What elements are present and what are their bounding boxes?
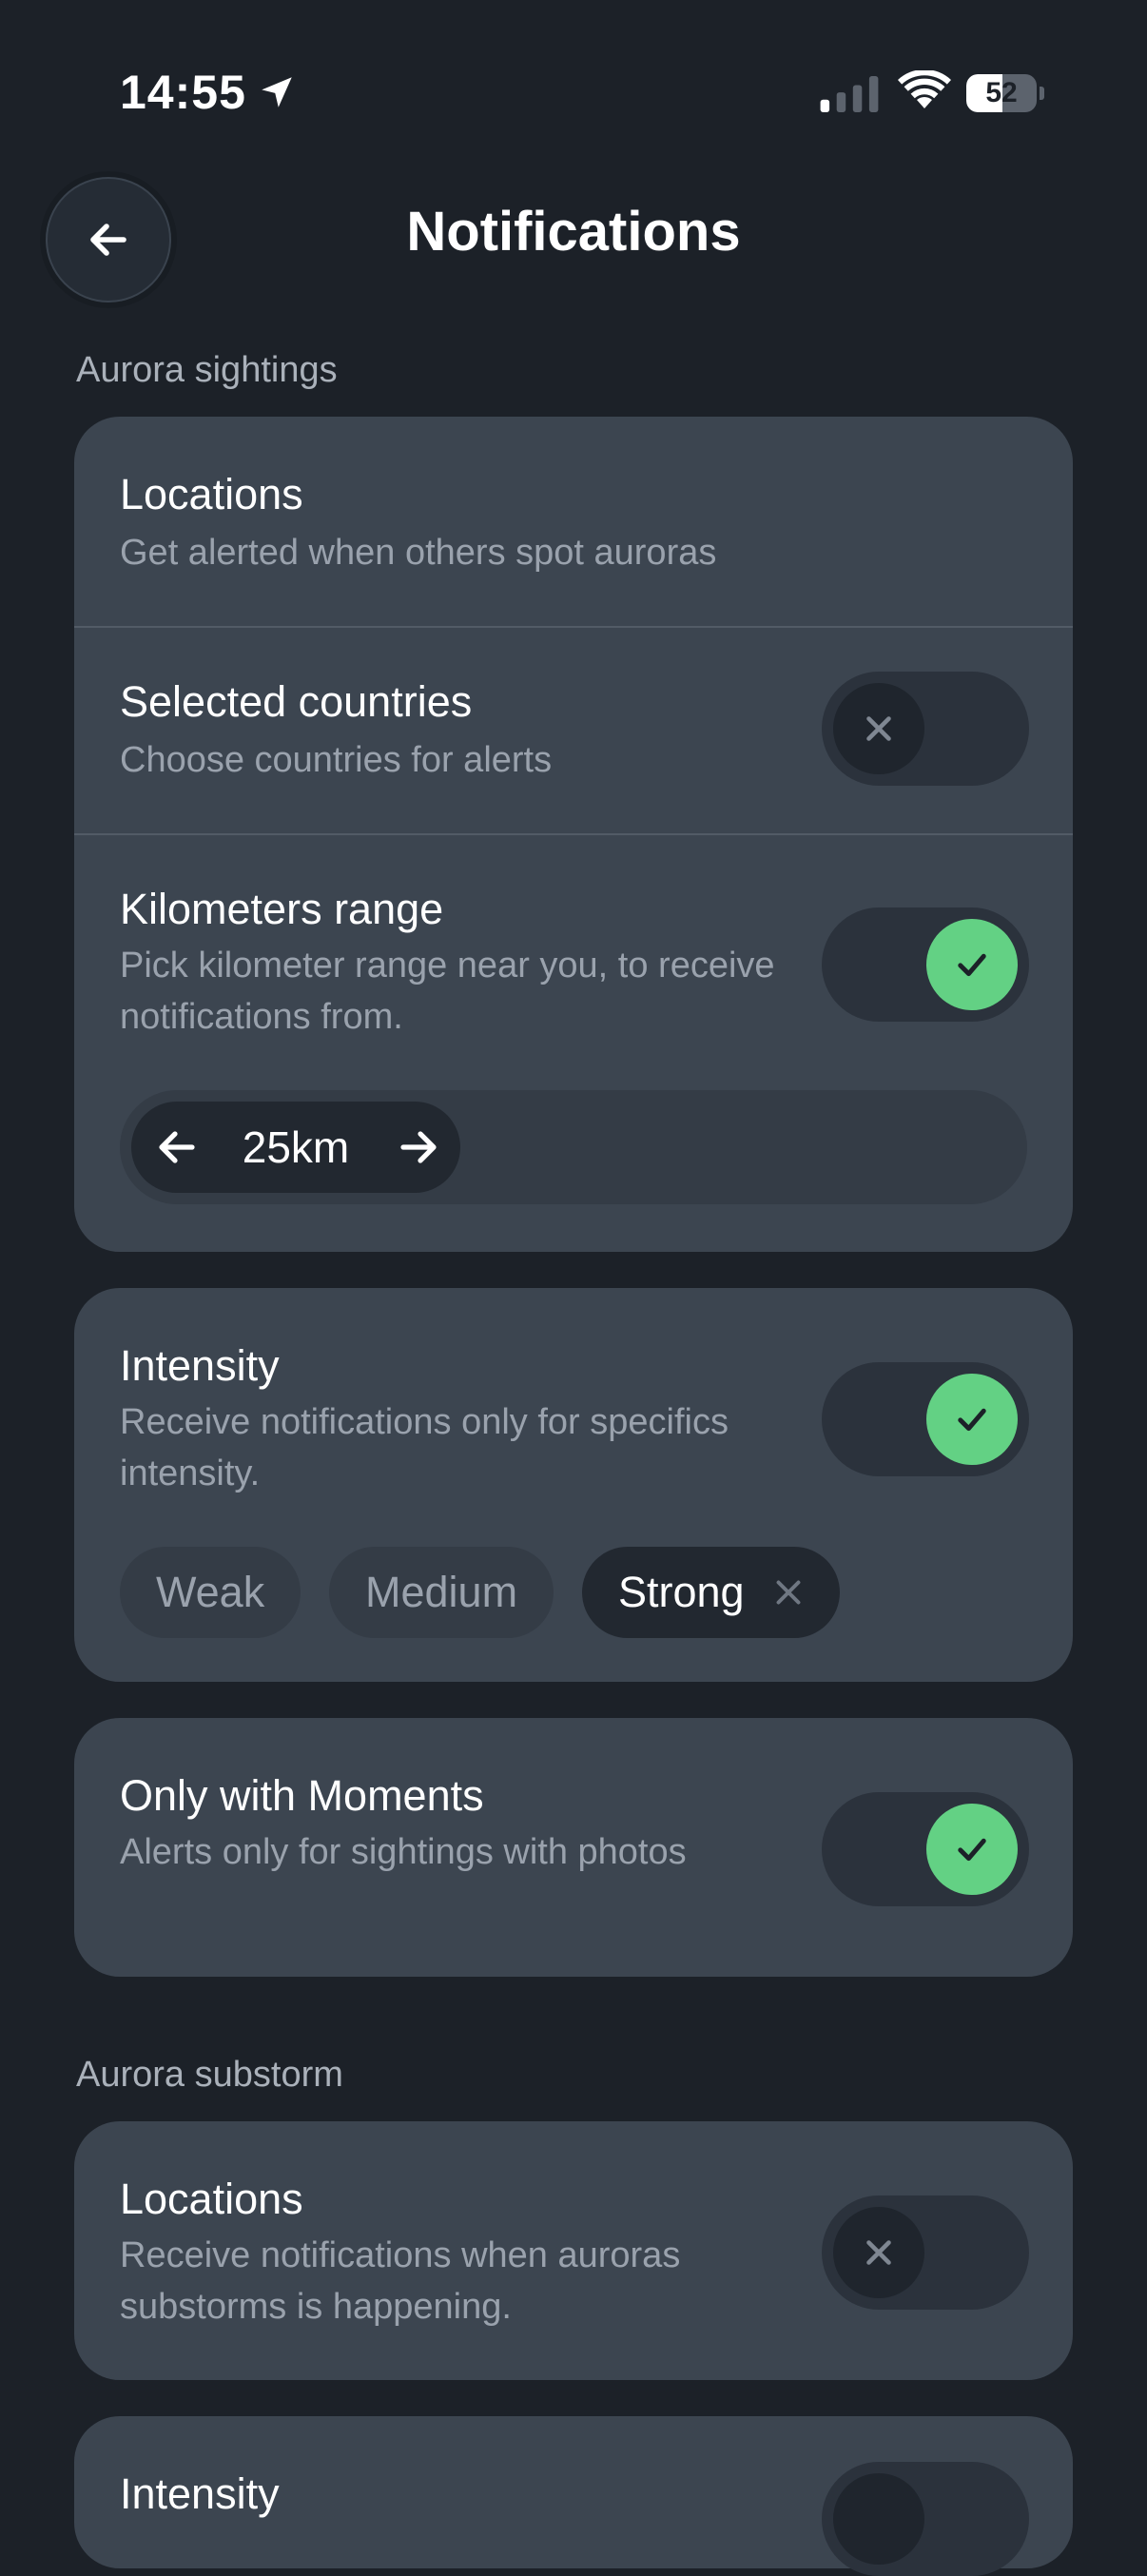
row-subtitle: Choose countries for alerts xyxy=(120,740,553,780)
selected-countries-toggle[interactable] xyxy=(822,672,1029,786)
kilometers-range-toggle[interactable] xyxy=(822,907,1029,1022)
moments-toggle[interactable] xyxy=(822,1792,1029,1906)
row-title: Only with Moments xyxy=(120,1771,484,1820)
row-title: Intensity xyxy=(120,2469,280,2518)
location-arrow-icon xyxy=(262,77,292,107)
cellular-signal-icon xyxy=(820,76,879,112)
row-kilometers-range[interactable]: Kilometers range Pick kilometer range ne… xyxy=(74,835,1073,1252)
battery-tip xyxy=(1040,87,1044,100)
toggle-knob xyxy=(926,1804,1018,1895)
battery-indicator: 52 xyxy=(966,74,1044,112)
chip-medium[interactable]: Medium xyxy=(329,1547,554,1638)
section-label-aurora-substorm: Aurora substorm xyxy=(76,2055,343,2095)
intensity-toggle[interactable] xyxy=(822,1362,1029,1476)
checkmark-icon xyxy=(958,1408,986,1432)
substorm-locations-toggle[interactable] xyxy=(822,2195,1029,2310)
row-title: Intensity xyxy=(120,1341,280,1390)
moments-card: Only with Moments Alerts only for sighti… xyxy=(74,1718,1073,1977)
wifi-icon xyxy=(898,70,951,108)
chip-label: Strong xyxy=(618,1568,745,1616)
chip-weak[interactable]: Weak xyxy=(120,1547,301,1638)
toggle-knob xyxy=(833,683,924,774)
row-subtitle: Alerts only for sightings with photos xyxy=(120,1832,687,1872)
close-icon[interactable] xyxy=(771,1575,806,1610)
status-time: 14:55 xyxy=(120,66,246,119)
substorm-intensity-toggle[interactable] xyxy=(822,2462,1029,2576)
substorm-intensity-card: Intensity xyxy=(74,2416,1073,2576)
row-subtitle: Receive notifications when auroras subst… xyxy=(120,2235,681,2327)
row-subtitle: Pick kilometer range near you, to receiv… xyxy=(120,946,775,1037)
toggle-knob xyxy=(926,1374,1018,1465)
range-pill: 25km xyxy=(131,1102,460,1193)
row-title: Selected countries xyxy=(120,677,473,726)
arrow-right-icon[interactable] xyxy=(396,1124,441,1170)
battery-body: 52 xyxy=(966,74,1037,112)
arrow-left-icon[interactable] xyxy=(154,1124,200,1170)
close-icon xyxy=(866,2240,891,2265)
substorm-locations-card: Locations Receive notifications when aur… xyxy=(74,2121,1073,2380)
page-title: Notifications xyxy=(406,201,741,263)
checkmark-icon xyxy=(958,1838,986,1862)
row-subtitle: Get alerted when others spot auroras xyxy=(120,533,717,573)
toggle-knob xyxy=(833,2473,924,2565)
close-icon xyxy=(866,716,891,741)
kilometer-range-stepper: 25km xyxy=(120,1090,1027,1204)
battery-level: 52 xyxy=(985,77,1018,108)
checkmark-icon xyxy=(958,953,986,977)
row-selected-countries[interactable]: Selected countries Choose countries for … xyxy=(74,628,1073,833)
chip-strong[interactable]: Strong xyxy=(582,1547,840,1638)
toggle-knob xyxy=(926,919,1018,1010)
intensity-card: Intensity Receive notifications only for… xyxy=(74,1288,1073,1682)
range-value: 25km xyxy=(242,1122,350,1172)
sightings-card: Locations Get alerted when others spot a… xyxy=(74,417,1073,1252)
row-sightings-locations[interactable]: Locations Get alerted when others spot a… xyxy=(74,417,1073,626)
row-title: Locations xyxy=(120,470,303,518)
section-label-aurora-sightings: Aurora sightings xyxy=(76,350,338,390)
status-bar: 14:55 52 xyxy=(0,0,1147,181)
row-title: Kilometers range xyxy=(120,885,444,933)
row-subtitle: Receive notifications only for specifics… xyxy=(120,1402,729,1493)
toggle-knob xyxy=(833,2207,924,2298)
row-title: Locations xyxy=(120,2175,303,2223)
